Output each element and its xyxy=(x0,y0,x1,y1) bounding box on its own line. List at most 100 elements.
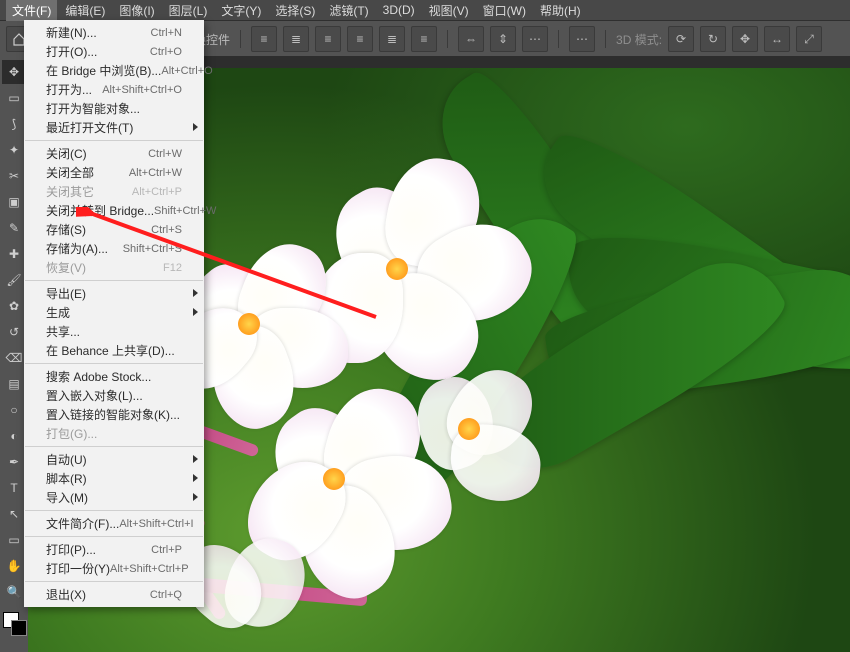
menu-item-label: 置入嵌入对象(L)... xyxy=(46,387,143,404)
menu-item: 打包(G)... xyxy=(24,424,204,443)
menu-item[interactable]: 导出(E) xyxy=(24,284,204,303)
menu-item-文字[interactable]: 文字(Y) xyxy=(215,0,267,21)
menu-item[interactable]: 打开为智能对象... xyxy=(24,99,204,118)
align-left-icon[interactable]: ≡ xyxy=(251,26,277,52)
align-top-icon[interactable]: ≡ xyxy=(347,26,373,52)
menu-item-label: 存储为(A)... xyxy=(46,240,108,257)
menu-item-滤镜[interactable]: 滤镜(T) xyxy=(323,0,374,21)
more-options-icon[interactable]: ⋯ xyxy=(569,26,595,52)
align-bottom-icon[interactable]: ≡ xyxy=(411,26,437,52)
menu-item-label: 关闭其它 xyxy=(46,183,94,200)
align-center-icon[interactable]: ≣ xyxy=(283,26,309,52)
menu-item-视图[interactable]: 视图(V) xyxy=(423,0,475,21)
blur-tool[interactable]: ○ xyxy=(2,398,26,422)
background-color[interactable] xyxy=(11,620,27,636)
menu-item[interactable]: 退出(X) Ctrl+Q xyxy=(24,585,204,604)
menu-item-图像[interactable]: 图像(I) xyxy=(113,0,160,21)
3d-roll-icon[interactable]: ↻ xyxy=(700,26,726,52)
menu-item-label: 导入(M) xyxy=(46,489,88,506)
menu-shortcut: Ctrl+N xyxy=(151,27,182,39)
menu-item-3d[interactable]: 3D(D) xyxy=(377,1,421,19)
menu-separator xyxy=(25,510,203,511)
history-brush-tool[interactable]: ↺ xyxy=(2,320,26,344)
menu-item[interactable]: 在 Behance 上共享(D)... xyxy=(24,341,204,360)
zoom-tool[interactable]: 🔍 xyxy=(2,580,26,604)
menu-item: 关闭其它Alt+Ctrl+P xyxy=(24,182,204,201)
menu-item[interactable]: 自动(U) xyxy=(24,450,204,469)
menu-item-选择[interactable]: 选择(S) xyxy=(269,0,321,21)
menu-item[interactable]: 存储(S)Ctrl+S xyxy=(24,220,204,239)
brush-tool[interactable]: 🖌 xyxy=(2,268,26,292)
separator xyxy=(558,30,559,48)
align-right-icon[interactable]: ≡ xyxy=(315,26,341,52)
crop-tool[interactable]: ✂ xyxy=(2,164,26,188)
distribute-v-icon[interactable]: ⇕ xyxy=(490,26,516,52)
menu-shortcut: F12 xyxy=(163,262,182,274)
distribute-h-icon[interactable]: ⇔ xyxy=(458,26,484,52)
magic-wand-tool[interactable]: ✦ xyxy=(2,138,26,162)
menu-item[interactable]: 打开(O)...Ctrl+O xyxy=(24,42,204,61)
3d-slide-icon[interactable]: ↔ xyxy=(764,26,790,52)
menu-shortcut: Ctrl+Q xyxy=(150,589,182,601)
menu-item[interactable]: 打印一份(Y)Alt+Shift+Ctrl+P xyxy=(24,559,204,578)
menu-item-编辑[interactable]: 编辑(E) xyxy=(59,0,111,21)
menu-item[interactable]: 打开为...Alt+Shift+Ctrl+O xyxy=(24,80,204,99)
menu-item[interactable]: 置入链接的智能对象(K)... xyxy=(24,405,204,424)
menu-separator xyxy=(25,536,203,537)
menu-item-label: 恢复(V) xyxy=(46,259,86,276)
menu-item-图层[interactable]: 图层(L) xyxy=(163,0,214,21)
menu-item[interactable]: 置入嵌入对象(L)... xyxy=(24,386,204,405)
stamp-tool[interactable]: ✿ xyxy=(2,294,26,318)
menu-item-label: 退出(X) xyxy=(46,586,86,603)
move-tool[interactable]: ✥ xyxy=(2,60,26,84)
menu-item[interactable]: 存储为(A)...Shift+Ctrl+S xyxy=(24,239,204,258)
3d-orbit-icon[interactable]: ⟳ xyxy=(668,26,694,52)
type-tool[interactable]: T xyxy=(2,476,26,500)
dodge-tool[interactable]: ◐ xyxy=(2,424,26,448)
menu-shortcut: Alt+Ctrl+O xyxy=(161,65,212,77)
menu-item-帮助[interactable]: 帮助(H) xyxy=(534,0,587,21)
menu-shortcut: Alt+Shift+Ctrl+P xyxy=(110,563,189,575)
menu-item[interactable]: 导入(M) xyxy=(24,488,204,507)
menu-item[interactable]: 最近打开文件(T) xyxy=(24,118,204,137)
menu-item[interactable]: 打印(P)...Ctrl+P xyxy=(24,540,204,559)
distribute-spacing-icon[interactable]: ⋯ xyxy=(522,26,548,52)
menu-item[interactable]: 新建(N)...Ctrl+N xyxy=(24,23,204,42)
menu-item[interactable]: 搜索 Adobe Stock... xyxy=(24,367,204,386)
menu-shortcut: Alt+Shift+Ctrl+O xyxy=(102,84,182,96)
healing-brush-tool[interactable]: ✚ xyxy=(2,242,26,266)
marquee-tool[interactable]: ▭ xyxy=(2,86,26,110)
menu-shortcut: Alt+Ctrl+W xyxy=(129,167,182,179)
menu-item[interactable]: 在 Bridge 中浏览(B)...Alt+Ctrl+O xyxy=(24,61,204,80)
menu-item[interactable]: 关闭(C)Ctrl+W xyxy=(24,144,204,163)
gradient-tool[interactable]: ▤ xyxy=(2,372,26,396)
menu-separator xyxy=(25,446,203,447)
pen-tool[interactable]: ✒ xyxy=(2,450,26,474)
menu-item-窗口[interactable]: 窗口(W) xyxy=(477,0,532,21)
eyedropper-tool[interactable]: ✎ xyxy=(2,216,26,240)
menu-item[interactable]: 文件简介(F)...Alt+Shift+Ctrl+I xyxy=(24,514,204,533)
menu-item[interactable]: 脚本(R) xyxy=(24,469,204,488)
path-select-tool[interactable]: ↖ xyxy=(2,502,26,526)
3d-zoom-icon[interactable]: ⤢ xyxy=(796,26,822,52)
menu-item-文件[interactable]: 文件(F) xyxy=(6,0,57,21)
menu-item-label: 导出(E) xyxy=(46,285,86,302)
file-menu-dropdown: 新建(N)...Ctrl+N打开(O)...Ctrl+O在 Bridge 中浏览… xyxy=(24,20,204,607)
menu-item-label: 共享... xyxy=(46,323,80,340)
menu-item[interactable]: 共享... xyxy=(24,322,204,341)
shape-tool[interactable]: ▭ xyxy=(2,528,26,552)
3d-pan-icon[interactable]: ✥ xyxy=(732,26,758,52)
menu-item[interactable]: 关闭并转到 Bridge...Shift+Ctrl+W xyxy=(24,201,204,220)
align-middle-icon[interactable]: ≣ xyxy=(379,26,405,52)
menu-item[interactable]: 关闭全部Alt+Ctrl+W xyxy=(24,163,204,182)
frame-tool[interactable]: ▣ xyxy=(2,190,26,214)
menu-shortcut: Ctrl+O xyxy=(150,46,182,58)
menu-item-label: 最近打开文件(T) xyxy=(46,119,133,136)
menu-item[interactable]: 生成 xyxy=(24,303,204,322)
menu-item-label: 关闭并转到 Bridge... xyxy=(46,202,154,219)
menu-item: 恢复(V) F12 xyxy=(24,258,204,277)
eraser-tool[interactable]: ⌫ xyxy=(2,346,26,370)
color-swatches[interactable] xyxy=(3,612,25,634)
lasso-tool[interactable]: ⟆ xyxy=(2,112,26,136)
hand-tool[interactable]: ✋ xyxy=(2,554,26,578)
